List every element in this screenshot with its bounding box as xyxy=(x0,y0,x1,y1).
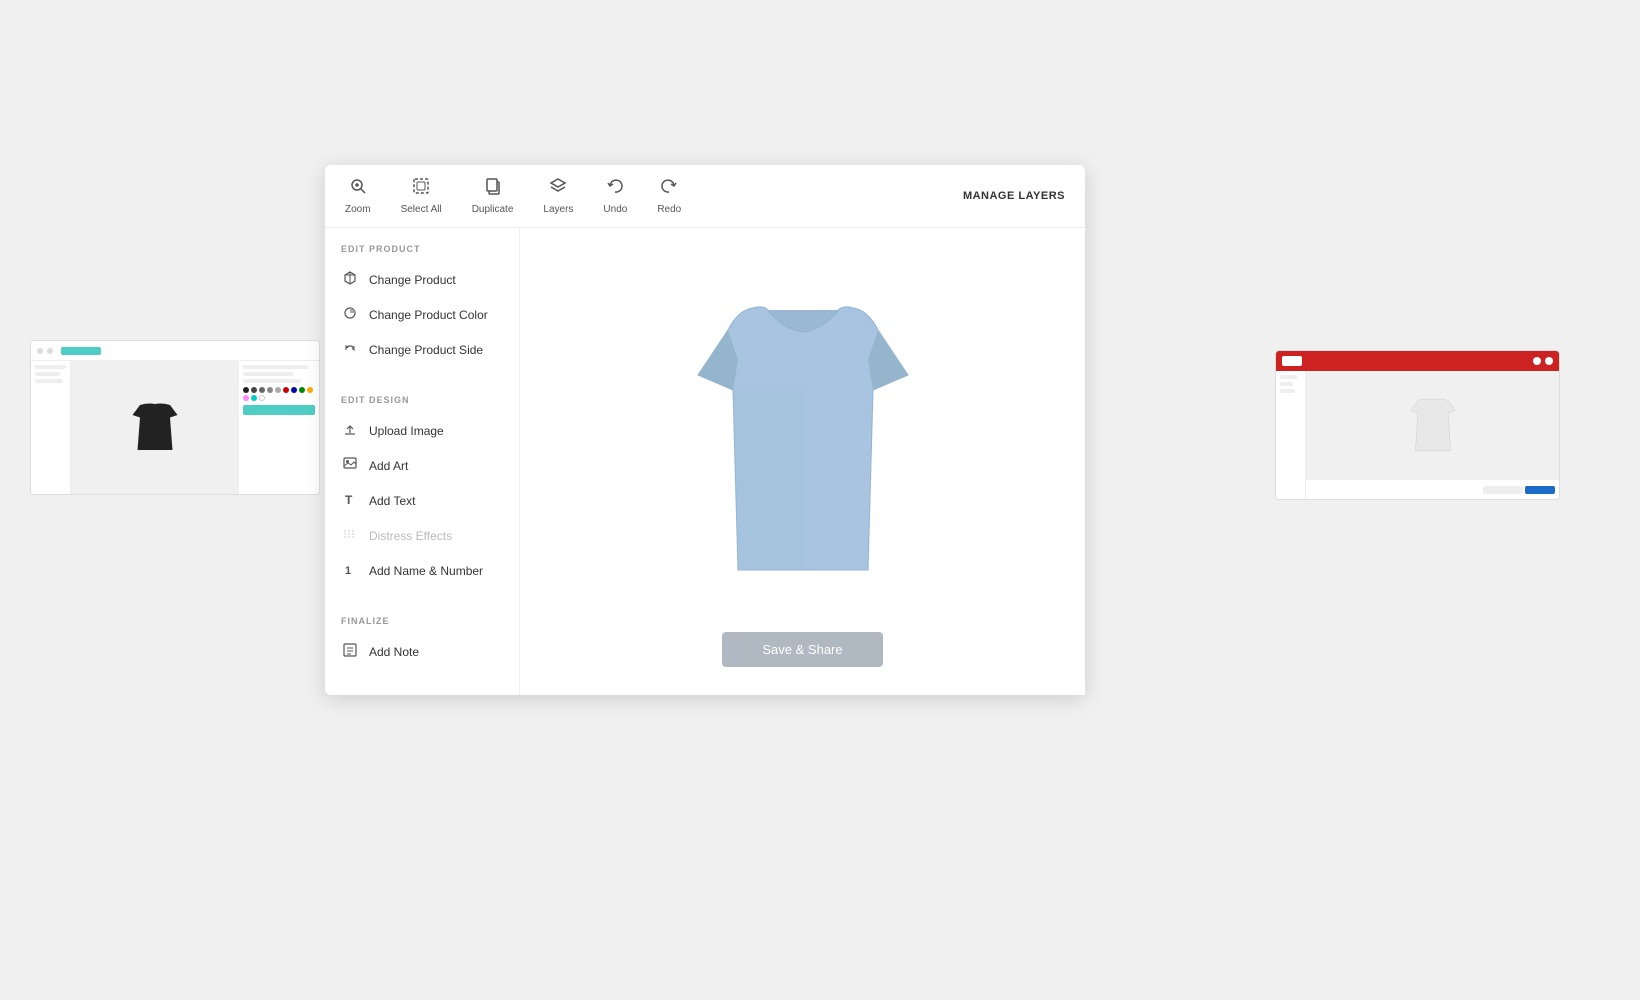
select-all-icon xyxy=(412,177,430,200)
svg-text:T: T xyxy=(345,493,353,506)
zoom-label: Zoom xyxy=(345,204,371,215)
redo-tool[interactable]: Redo xyxy=(657,177,681,215)
zoom-icon xyxy=(349,177,367,200)
undo-label: Undo xyxy=(603,204,627,215)
edit-product-section-label: EDIT PRODUCT xyxy=(325,244,519,262)
select-all-label: Select All xyxy=(401,204,442,215)
select-all-tool[interactable]: Select All xyxy=(401,177,442,215)
add-text-item[interactable]: T Add Text xyxy=(325,483,519,518)
manage-layers-button[interactable]: MANAGE LAYERS xyxy=(963,190,1065,202)
upload-image-label: Upload Image xyxy=(369,424,444,438)
add-text-label: Add Text xyxy=(369,494,415,508)
add-name-number-label: Add Name & Number xyxy=(369,564,483,578)
add-text-icon: T xyxy=(341,492,359,509)
layers-tool[interactable]: Layers xyxy=(543,177,573,215)
tshirt-preview xyxy=(540,248,1065,632)
add-art-icon xyxy=(341,457,359,474)
add-art-item[interactable]: Add Art xyxy=(325,448,519,483)
layers-icon xyxy=(549,177,567,200)
main-modal: Zoom Select All Duplicate xyxy=(325,165,1085,695)
add-name-number-icon: 1 xyxy=(341,562,359,579)
add-art-label: Add Art xyxy=(369,459,408,473)
add-note-icon xyxy=(341,643,359,660)
change-product-color-icon xyxy=(341,306,359,323)
change-product-item[interactable]: Change Product xyxy=(325,262,519,297)
undo-tool[interactable]: Undo xyxy=(603,177,627,215)
redo-icon xyxy=(660,177,678,200)
add-note-label: Add Note xyxy=(369,645,419,659)
change-product-side-icon xyxy=(341,341,359,358)
change-product-side-item[interactable]: Change Product Side xyxy=(325,332,519,367)
zoom-tool[interactable]: Zoom xyxy=(345,177,371,215)
svg-text:1: 1 xyxy=(345,565,351,576)
change-product-icon xyxy=(341,271,359,288)
undo-icon xyxy=(606,177,624,200)
canvas-area: Save & Share xyxy=(520,228,1085,695)
main-content: EDIT PRODUCT Change Product xyxy=(325,228,1085,695)
duplicate-icon xyxy=(484,177,502,200)
duplicate-tool[interactable]: Duplicate xyxy=(472,177,514,215)
distress-effects-item: Distress Effects xyxy=(325,518,519,553)
distress-effects-label: Distress Effects xyxy=(369,529,452,543)
layers-label: Layers xyxy=(543,204,573,215)
duplicate-label: Duplicate xyxy=(472,204,514,215)
upload-image-icon xyxy=(341,422,359,439)
distress-effects-icon xyxy=(341,527,359,544)
upload-image-item[interactable]: Upload Image xyxy=(325,413,519,448)
change-product-color-item[interactable]: Change Product Color xyxy=(325,297,519,332)
add-note-item[interactable]: Add Note xyxy=(325,634,519,669)
save-share-button[interactable]: Save & Share xyxy=(722,632,882,667)
change-product-color-label: Change Product Color xyxy=(369,308,488,322)
finalize-section-label: FINALIZE xyxy=(325,616,519,634)
change-product-side-label: Change Product Side xyxy=(369,343,483,357)
add-name-number-item[interactable]: 1 Add Name & Number xyxy=(325,553,519,588)
right-thumbnail xyxy=(1275,350,1560,500)
toolbar: Zoom Select All Duplicate xyxy=(325,165,1085,228)
left-thumbnail xyxy=(30,340,320,495)
edit-design-section-label: EDIT DESIGN xyxy=(325,395,519,413)
redo-label: Redo xyxy=(657,204,681,215)
sidebar: EDIT PRODUCT Change Product xyxy=(325,228,520,695)
change-product-label: Change Product xyxy=(369,273,456,287)
